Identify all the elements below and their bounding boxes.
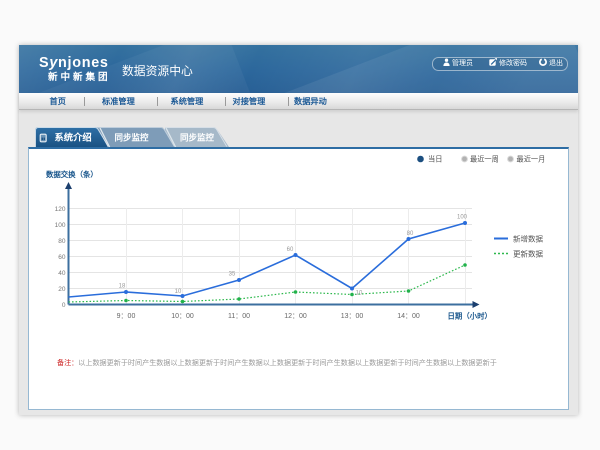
svg-text:0: 0 (62, 302, 66, 309)
svg-text:最近一月: 最近一月 (517, 155, 546, 164)
svg-text:当日: 当日 (428, 155, 442, 164)
svg-text:更新数据: 更新数据 (513, 249, 543, 259)
svg-text:同步监控: 同步监控 (180, 133, 215, 143)
svg-text:数据交换（条）: 数据交换（条） (46, 170, 98, 179)
svg-text:120: 120 (55, 206, 66, 213)
svg-text:18: 18 (119, 284, 126, 290)
svg-text:系统介绍: 系统介绍 (55, 132, 92, 143)
svg-text:80: 80 (407, 231, 414, 237)
svg-text:备注：以上数据更新于时间产生数据以上数据更新于时间产生数据以: 备注：以上数据更新于时间产生数据以上数据更新于时间产生数据以上数据更新于时间产生… (57, 358, 497, 367)
svg-text:9：00: 9：00 (117, 313, 136, 320)
svg-text:80: 80 (58, 238, 66, 245)
svg-text:10：00: 10：00 (171, 313, 194, 320)
svg-text:新增数据: 新增数据 (513, 234, 543, 244)
svg-text:11：00: 11：00 (228, 313, 250, 320)
svg-text:40: 40 (58, 270, 66, 277)
svg-text:10: 10 (175, 289, 182, 295)
svg-text:最近一周: 最近一周 (470, 155, 499, 164)
svg-text:60: 60 (58, 254, 66, 261)
svg-text:12：00: 12：00 (284, 313, 307, 320)
svg-text:13：00: 13：00 (341, 313, 364, 320)
svg-text:60: 60 (287, 247, 294, 253)
svg-text:100: 100 (55, 222, 66, 229)
svg-text:100: 100 (457, 215, 468, 221)
svg-text:同步监控: 同步监控 (115, 133, 150, 143)
svg-text:35: 35 (229, 272, 236, 278)
svg-text:20: 20 (58, 286, 66, 293)
svg-text:日期（小时）: 日期（小时） (448, 312, 492, 321)
svg-text:10: 10 (356, 291, 363, 297)
svg-text:14：00: 14：00 (397, 313, 420, 320)
